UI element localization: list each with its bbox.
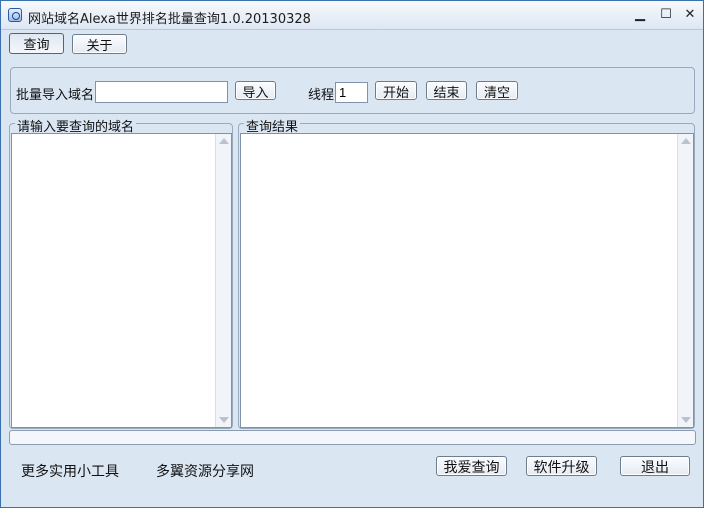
import-panel: 批量导入域名 导入 线程 开始 结束 清空 xyxy=(10,67,695,114)
scroll-up-arrow-icon[interactable] xyxy=(219,138,229,144)
status-bar xyxy=(1,487,703,507)
progress-bar xyxy=(9,430,696,445)
maximize-button[interactable]: ☐ xyxy=(657,7,675,23)
close-button[interactable]: ✕ xyxy=(681,7,699,23)
exit-button[interactable]: 退出 xyxy=(620,456,690,476)
domain-import-field[interactable] xyxy=(95,81,228,103)
domain-input-scrollbar[interactable] xyxy=(215,134,231,427)
scroll-up-arrow-icon[interactable] xyxy=(681,138,691,144)
window-title: 网站域名Alexa世界排名批量查询1.0.20130328 xyxy=(28,12,311,27)
start-button[interactable]: 开始 xyxy=(375,81,417,100)
upgrade-button[interactable]: 软件升级 xyxy=(526,456,597,476)
import-button[interactable]: 导入 xyxy=(235,81,276,100)
result-scrollbar[interactable] xyxy=(677,134,693,427)
threads-label: 线程 xyxy=(308,88,335,103)
app-window: 网站域名Alexa世界排名批量查询1.0.20130328 ▁ ☐ ✕ 查询 关… xyxy=(0,0,704,508)
scroll-down-arrow-icon[interactable] xyxy=(681,417,691,423)
tab-query[interactable]: 查询 xyxy=(9,33,64,54)
title-bar[interactable]: 网站域名Alexa世界排名批量查询1.0.20130328 ▁ ☐ ✕ xyxy=(1,1,703,30)
love-query-button[interactable]: 我爱查询 xyxy=(436,456,507,476)
more-tools-link[interactable]: 更多实用小工具 xyxy=(21,461,119,481)
minimize-button[interactable]: ▁ xyxy=(631,7,649,23)
threads-field[interactable] xyxy=(335,82,368,103)
stop-button[interactable]: 结束 xyxy=(426,81,467,100)
share-site-link[interactable]: 多翼资源分享网 xyxy=(156,461,254,481)
domain-input-textarea[interactable] xyxy=(11,133,232,428)
clear-button[interactable]: 清空 xyxy=(476,81,518,100)
result-textarea[interactable] xyxy=(240,133,694,428)
app-globe-icon xyxy=(8,8,22,22)
domain-import-label: 批量导入域名 xyxy=(16,88,95,103)
scroll-down-arrow-icon[interactable] xyxy=(219,417,229,423)
tab-about[interactable]: 关于 xyxy=(72,34,127,54)
